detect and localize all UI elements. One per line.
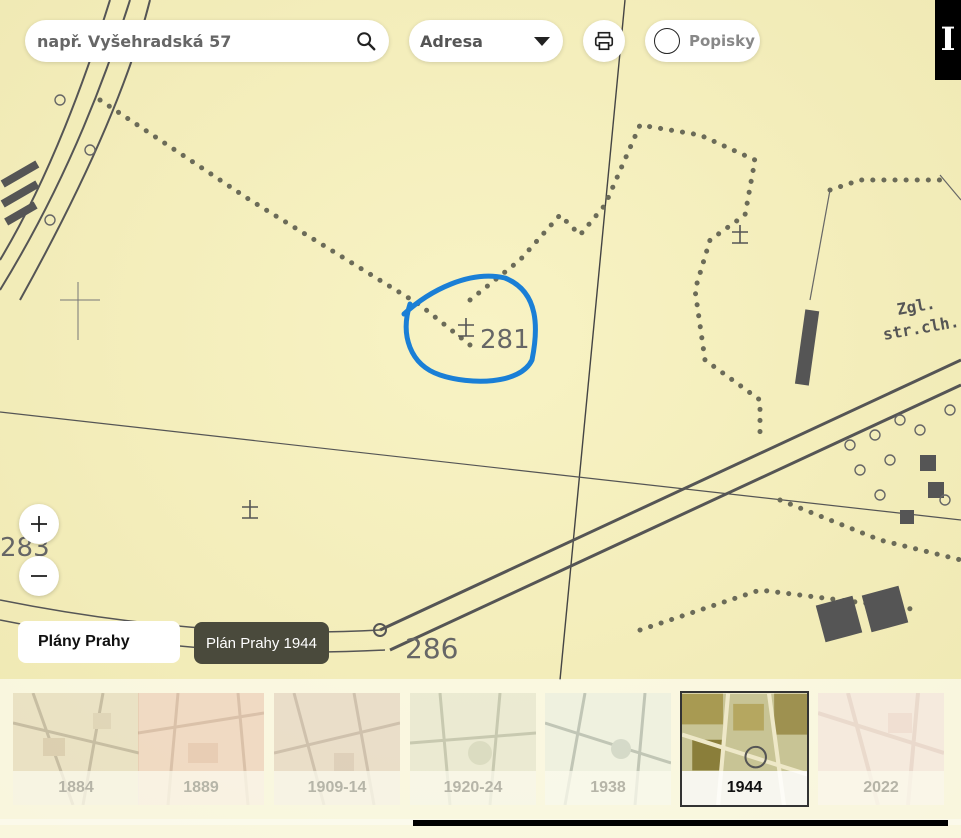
zoom-out-button[interactable] — [19, 556, 59, 596]
timeline-year: 1884 — [13, 771, 139, 805]
timeline-item-2022[interactable]: 2022 — [818, 693, 944, 805]
timeline-item-1920-24[interactable]: 1920-24 — [410, 693, 536, 805]
map-label-281: 281 — [480, 325, 530, 355]
timeline-year: 2022 — [818, 771, 944, 805]
timeline-item-1938[interactable]: 1938 — [545, 693, 671, 805]
timeline-item-1909-14[interactable]: 1909-14 — [274, 693, 400, 805]
chevron-down-icon — [534, 36, 550, 46]
plus-icon — [31, 516, 47, 532]
info-button[interactable]: I — [935, 0, 961, 80]
timeline-year: 1944 — [682, 771, 807, 805]
timeline-year: 1889 — [138, 771, 264, 805]
radio-icon[interactable] — [654, 28, 680, 54]
timeline-item-1884[interactable]: 1884 — [13, 693, 139, 805]
address-type-select[interactable]: Adresa — [409, 20, 563, 62]
search-icon[interactable] — [355, 30, 377, 52]
minus-icon — [31, 575, 47, 577]
timeline-item-1944[interactable]: 1944 — [680, 691, 809, 807]
timeline-year: 1938 — [545, 771, 671, 805]
print-button[interactable] — [583, 20, 625, 62]
map-label-286: 286 — [405, 632, 458, 665]
address-type-value: Adresa — [420, 31, 483, 51]
current-plan-label: Plán Prahy 1944 — [194, 622, 329, 664]
labels-toggle[interactable]: Popisky — [645, 20, 760, 62]
timeline-strip: 1884 1889 1909-14 1920-24 1938 1944 2022 — [0, 679, 961, 838]
timeline-year: 1909-14 — [274, 771, 400, 805]
timeline-scrollbar-thumb[interactable] — [413, 820, 948, 826]
printer-icon — [594, 31, 614, 51]
timeline-item-1889[interactable]: 1889 — [138, 693, 264, 805]
zoom-in-button[interactable] — [19, 504, 59, 544]
search-bar[interactable]: např. Vyšehradská 57 — [25, 20, 389, 62]
plans-of-prague-button[interactable]: Plány Prahy — [18, 621, 180, 663]
labels-toggle-label: Popisky — [689, 32, 755, 50]
timeline-year: 1920-24 — [410, 771, 536, 805]
search-input[interactable]: např. Vyšehradská 57 — [37, 32, 355, 51]
